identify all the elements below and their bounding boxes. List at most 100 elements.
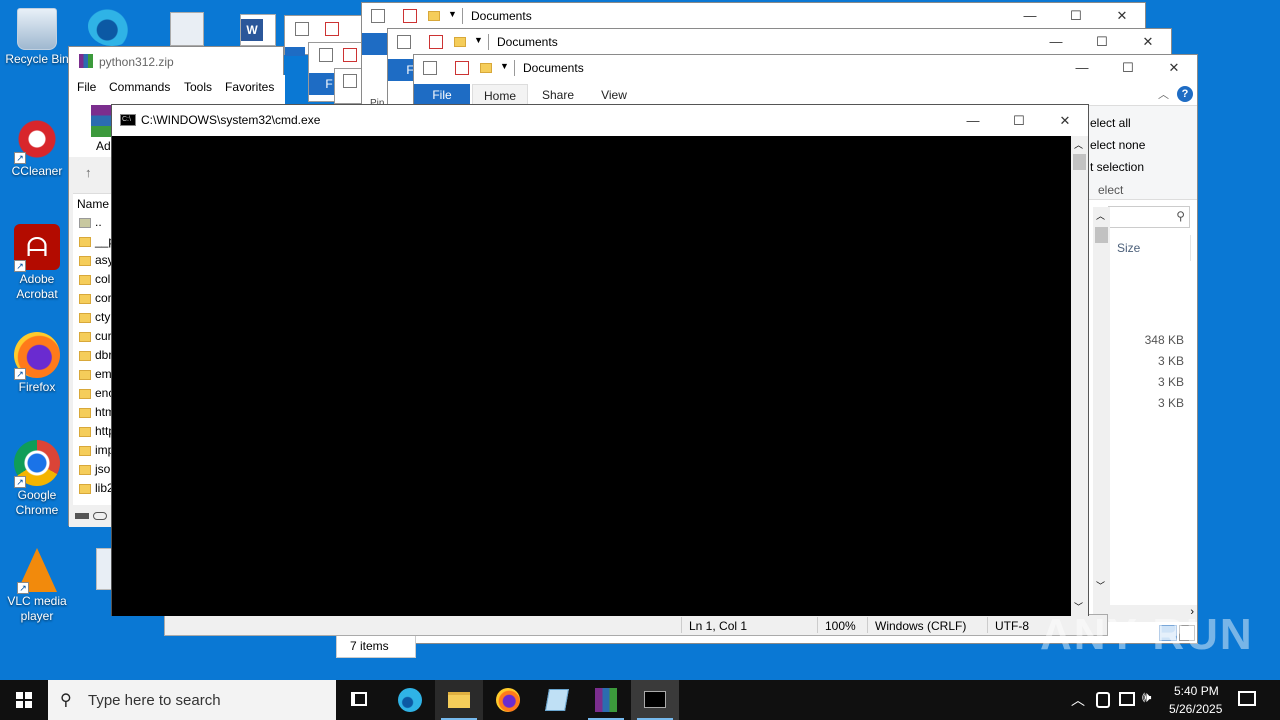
select-none-button[interactable]: elect none xyxy=(1090,138,1145,152)
menu-tools[interactable]: Tools xyxy=(184,80,212,94)
desktop-icon-vlc[interactable]: ↗ VLC media player xyxy=(1,548,73,624)
start-button[interactable] xyxy=(0,680,48,720)
title-bar[interactable]: C:\ C:\WINDOWS\system32\cmd.exe — ☐ ✕ xyxy=(112,105,1088,136)
menu-favorites[interactable]: Favorites xyxy=(225,80,274,94)
list-item[interactable]: cur xyxy=(79,327,112,346)
desktop-icon-adobe-acrobat[interactable]: ᗩ ↗ Adobe Acrobat xyxy=(1,224,73,302)
close-button[interactable]: ✕ xyxy=(1099,3,1145,29)
volume-icon[interactable]: 🕪 xyxy=(1142,689,1151,706)
new-folder-check-icon[interactable] xyxy=(403,9,417,23)
list-item[interactable]: cor xyxy=(79,289,112,308)
notepad-window[interactable]: Ln 1, Col 1 100% Windows (CRLF) UTF-8 xyxy=(164,614,1108,636)
invert-selection-button[interactable]: t selection xyxy=(1090,160,1144,174)
menu-file[interactable]: File xyxy=(77,80,96,94)
title-bar[interactable]: python312.zip xyxy=(69,47,283,75)
new-folder-check-icon[interactable] xyxy=(455,61,469,75)
folder-icon xyxy=(454,37,466,47)
folder-icon xyxy=(79,369,91,380)
scroll-thumb[interactable] xyxy=(1095,227,1108,243)
chevron-down-icon[interactable]: ▼ xyxy=(448,9,457,19)
list-item[interactable]: enc xyxy=(79,384,114,403)
list-item[interactable]: em xyxy=(79,365,112,384)
close-button[interactable]: ✕ xyxy=(1042,105,1088,136)
taskbar-edge[interactable] xyxy=(386,680,434,720)
close-button[interactable]: ✕ xyxy=(1151,55,1197,81)
list-item[interactable]: coll xyxy=(79,270,113,289)
properties-icon[interactable] xyxy=(371,9,385,23)
select-all-button[interactable]: elect all xyxy=(1090,116,1131,130)
vertical-scrollbar[interactable]: ︿ ﹀ xyxy=(1093,207,1110,607)
desktop-icon-recycle-bin[interactable]: Recycle Bin xyxy=(1,8,73,67)
minimize-button[interactable]: — xyxy=(950,105,996,136)
column-header-name[interactable]: Name xyxy=(77,197,109,211)
notifications-icon[interactable] xyxy=(1238,691,1256,706)
explorer-window-stack-3[interactable] xyxy=(334,68,364,104)
task-view-button[interactable] xyxy=(336,680,384,720)
chevron-down-icon[interactable]: ▼ xyxy=(500,61,509,71)
desktop-icon-image[interactable] xyxy=(170,12,204,46)
taskbar-notepad[interactable] xyxy=(533,680,581,720)
tab-file[interactable]: File xyxy=(414,84,470,106)
maximize-button[interactable]: ☐ xyxy=(1053,3,1099,29)
minimize-button[interactable]: — xyxy=(1059,55,1105,81)
search-box[interactable]: ⚲ xyxy=(1108,206,1190,228)
tab-share[interactable]: Share xyxy=(532,84,584,106)
console-output-area[interactable] xyxy=(112,136,1072,616)
new-folder-check-icon[interactable] xyxy=(429,35,443,49)
minimize-button[interactable]: — xyxy=(1007,3,1053,29)
minimize-button[interactable]: — xyxy=(1033,29,1079,55)
list-item[interactable]: htm xyxy=(79,403,115,422)
add-button-label[interactable]: Ad xyxy=(96,139,111,153)
ccleaner-icon: ↗ xyxy=(14,116,60,164)
scroll-down-icon[interactable]: ﹀ xyxy=(1096,579,1105,592)
list-item[interactable]: asy xyxy=(79,251,114,270)
show-hidden-icons-icon[interactable]: ︿ xyxy=(1071,690,1085,710)
list-item[interactable]: __p xyxy=(79,232,115,251)
column-header-size[interactable]: Size xyxy=(1117,241,1140,255)
taskbar-file-explorer[interactable] xyxy=(435,680,483,720)
close-button[interactable]: ✕ xyxy=(1125,29,1171,55)
list-item[interactable]: imp xyxy=(79,441,114,460)
tab-home[interactable]: Home xyxy=(472,84,528,106)
list-item[interactable]: lib2 xyxy=(79,479,114,498)
list-item[interactable]: http xyxy=(79,422,115,441)
scroll-thumb[interactable] xyxy=(1073,154,1086,170)
vertical-scrollbar[interactable]: ︿ ﹀ xyxy=(1071,136,1088,616)
tab-view[interactable]: View xyxy=(588,84,640,106)
clock-time[interactable]: 5:40 PM xyxy=(1174,684,1219,698)
menu-commands[interactable]: Commands xyxy=(109,80,170,94)
maximize-button[interactable]: ☐ xyxy=(1105,55,1151,81)
chevron-down-icon[interactable]: ▼ xyxy=(474,35,483,45)
scroll-up-icon[interactable]: ︿ xyxy=(1096,209,1105,222)
search-box[interactable]: ⚲ Type here to search xyxy=(48,680,336,720)
help-icon[interactable]: ? xyxy=(1177,86,1193,102)
title-bar[interactable]: ▼ Documents — ☐ ✕ xyxy=(388,29,1171,55)
list-item[interactable]: .. xyxy=(79,213,102,232)
file-tab[interactable] xyxy=(285,47,305,56)
cmd-window[interactable]: C:\ C:\WINDOWS\system32\cmd.exe — ☐ ✕ ︿ … xyxy=(111,104,1089,616)
title-bar[interactable]: ▼ Documents — ☐ ✕ xyxy=(414,55,1197,81)
add-archive-icon[interactable] xyxy=(91,105,111,137)
desktop-icon-google-chrome[interactable]: ↗ Google Chrome xyxy=(1,440,73,518)
properties-icon[interactable] xyxy=(423,61,437,75)
clock-date[interactable]: 5/26/2025 xyxy=(1169,702,1222,716)
maximize-button[interactable]: ☐ xyxy=(996,105,1042,136)
desktop-icon-edge[interactable] xyxy=(88,6,136,46)
network-icon[interactable] xyxy=(1119,692,1135,706)
maximize-button[interactable]: ☐ xyxy=(1079,29,1125,55)
security-icon[interactable] xyxy=(1096,692,1110,708)
properties-icon[interactable] xyxy=(397,35,411,49)
list-item[interactable]: dbr xyxy=(79,346,112,365)
up-arrow-icon[interactable]: ↑ xyxy=(85,165,92,180)
file-tab[interactable] xyxy=(362,33,388,55)
title-bar[interactable]: ▼ Documents — ☐ ✕ xyxy=(362,3,1145,29)
scroll-up-icon[interactable]: ︿ xyxy=(1074,138,1083,151)
ribbon-collapse-icon[interactable]: ︿ xyxy=(1158,86,1169,102)
taskbar-winrar[interactable] xyxy=(582,680,630,720)
taskbar-cmd[interactable] xyxy=(631,680,679,720)
desktop-icon-word[interactable]: W xyxy=(240,14,276,46)
desktop-icon-firefox[interactable]: ↗ Firefox xyxy=(1,332,73,395)
desktop-icon-ccleaner[interactable]: ↗ CCleaner xyxy=(1,116,73,179)
file-tab[interactable]: F xyxy=(388,59,414,81)
taskbar-firefox[interactable] xyxy=(484,680,532,720)
